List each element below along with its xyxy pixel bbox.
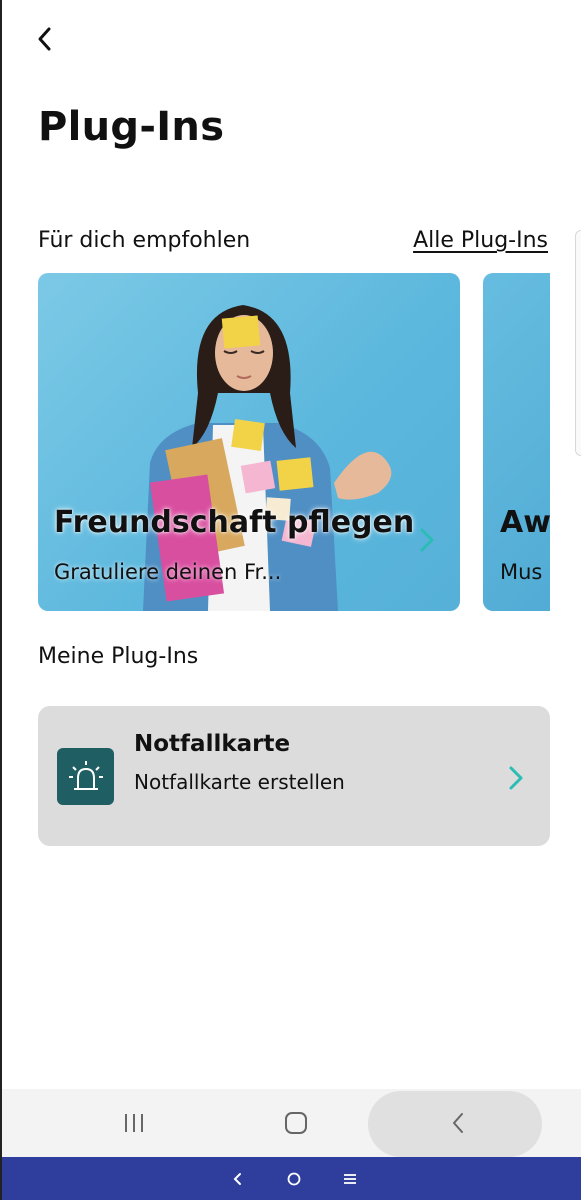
recommended-card-next[interactable]: Aw Mus [483, 273, 550, 611]
system-navigation-bar [2, 1089, 581, 1157]
all-plugins-link[interactable]: Alle Plug-Ins [413, 228, 548, 253]
chevron-left-icon [38, 27, 51, 51]
home-icon [285, 1112, 307, 1134]
recommended-card-subtitle: Gratuliere deinen Fr... [54, 560, 282, 584]
recommended-card-title: Aw [500, 505, 550, 540]
plugin-item-notfallkarte[interactable]: Notfallkarte Notfallkarte erstellen [38, 706, 550, 846]
alarm-siren-icon [57, 748, 114, 805]
home-button[interactable] [264, 1089, 328, 1157]
recent-apps-icon [125, 1114, 143, 1132]
recent-apps-button[interactable] [102, 1089, 166, 1157]
secondary-nav-strip [2, 1157, 581, 1200]
recommended-card-title: Freundschaft pflegen [54, 505, 415, 540]
system-back-button[interactable] [426, 1089, 490, 1157]
plugin-name: Notfallkarte [134, 731, 291, 757]
strip-menu-button[interactable] [336, 1157, 364, 1200]
strip-home-button[interactable] [280, 1157, 308, 1200]
plugin-description: Notfallkarte erstellen [134, 770, 345, 794]
recommended-carousel[interactable]: Freundschaft pflegen Gratuliere deinen F… [38, 273, 550, 611]
strip-back-button[interactable] [224, 1157, 252, 1200]
recommended-card[interactable]: Freundschaft pflegen Gratuliere deinen F… [38, 273, 460, 611]
back-button[interactable] [28, 22, 62, 56]
chevron-right-icon [509, 766, 523, 790]
chevron-left-icon [453, 1113, 463, 1133]
menu-icon [344, 1173, 356, 1184]
page-title: Plug-Ins [38, 104, 225, 150]
home-circle-icon [287, 1172, 301, 1185]
my-plugins-section-label: Meine Plug-Ins [38, 644, 199, 669]
edge-panel-handle[interactable] [575, 230, 581, 456]
recommended-section-label: Für dich empfohlen [38, 228, 251, 253]
chevron-left-icon [233, 1172, 241, 1185]
recommended-card-subtitle: Mus [500, 560, 543, 584]
chevron-right-icon [420, 528, 434, 552]
plugins-screen: Plug-Ins Für dich empfohlen Alle Plug-In… [0, 0, 581, 1200]
